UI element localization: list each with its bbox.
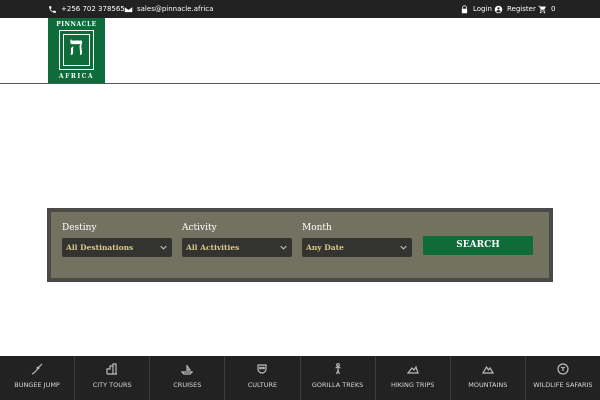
email-address: sales@pinnacle.africa bbox=[137, 5, 214, 13]
trip-search-form: Destiny All Destinations Activity All Ac… bbox=[47, 208, 553, 282]
envelope-icon bbox=[124, 6, 133, 12]
mask-icon bbox=[257, 364, 268, 374]
category-city-tours[interactable]: CITY TOURS bbox=[75, 356, 151, 400]
wildlife-icon bbox=[557, 363, 569, 375]
category-label: MOUNTAINS bbox=[468, 381, 508, 389]
cart-icon bbox=[538, 5, 546, 13]
lock-icon bbox=[461, 4, 468, 13]
login-label: Login bbox=[473, 5, 492, 13]
category-hiking-trips[interactable]: HIKING TRIPS bbox=[376, 356, 451, 400]
category-label: WILDLIFE SAFARIS bbox=[533, 381, 593, 389]
email-contact[interactable]: sales@pinnacle.africa bbox=[124, 0, 213, 18]
phone-icon bbox=[49, 5, 56, 13]
cart-link[interactable]: 0 bbox=[538, 0, 555, 18]
category-gorilla-treks[interactable]: GORILLA TREKS bbox=[301, 356, 376, 400]
category-bungee-jump[interactable]: BUNGEE JUMP bbox=[0, 356, 76, 400]
register-link[interactable]: Register bbox=[494, 0, 536, 18]
user-circle-icon bbox=[494, 5, 503, 13]
logo-frame: ה bbox=[59, 30, 94, 70]
category-label: HIKING TRIPS bbox=[390, 381, 435, 389]
search-button[interactable]: SEARCH bbox=[423, 236, 533, 255]
activity-categories-bar: BUNGEE JUMP CITY TOURS CRUISES CULTURE G… bbox=[0, 356, 600, 400]
month-value: Any Date bbox=[306, 243, 344, 252]
boat-icon bbox=[181, 365, 194, 375]
city-icon bbox=[106, 363, 118, 375]
bungee-icon bbox=[31, 363, 43, 375]
destiny-field: Destiny All Destinations bbox=[62, 222, 172, 257]
activity-field: Activity All Activities bbox=[182, 222, 292, 257]
category-label: CRUISES bbox=[173, 381, 202, 389]
phone-contact[interactable]: +256 702 378565 bbox=[48, 0, 125, 18]
site-logo[interactable]: PINNACLE ה AFRICA bbox=[48, 18, 105, 83]
activity-value: All Activities bbox=[186, 243, 240, 252]
destiny-label: Destiny bbox=[62, 223, 97, 233]
mountain-icon bbox=[481, 365, 494, 374]
logo-bottom-text: AFRICA bbox=[58, 73, 95, 80]
chevron-down-icon bbox=[280, 245, 287, 250]
login-link[interactable]: Login bbox=[460, 0, 492, 18]
gorilla-icon bbox=[334, 363, 341, 375]
category-label: GORILLA TREKS bbox=[311, 381, 364, 389]
activity-label: Activity bbox=[182, 223, 217, 233]
category-label: CULTURE bbox=[247, 381, 278, 389]
month-field: Month Any Date bbox=[302, 222, 412, 257]
top-bar: +256 702 378565 sales@pinnacle.africa Lo… bbox=[0, 0, 600, 18]
logo-top-text: PINNACLE bbox=[56, 21, 97, 28]
month-label: Month bbox=[302, 223, 332, 233]
register-label: Register bbox=[507, 5, 536, 13]
category-label: CITY TOURS bbox=[92, 381, 132, 389]
destiny-select[interactable]: All Destinations bbox=[62, 238, 172, 257]
phone-number: +256 702 378565 bbox=[61, 5, 125, 13]
chevron-down-icon bbox=[160, 245, 167, 250]
category-label: BUNGEE JUMP bbox=[14, 381, 60, 389]
hiking-icon bbox=[406, 365, 419, 374]
month-select[interactable]: Any Date bbox=[302, 238, 412, 257]
chevron-down-icon bbox=[400, 245, 407, 250]
activity-select[interactable]: All Activities bbox=[182, 238, 292, 257]
site-header: PINNACLE ה AFRICA bbox=[0, 18, 600, 84]
category-culture[interactable]: CULTURE bbox=[225, 356, 301, 400]
logo-glyph: ה bbox=[69, 32, 84, 62]
category-cruises[interactable]: CRUISES bbox=[150, 356, 226, 400]
category-wildlife-safaris[interactable]: WILDLIFE SAFARIS bbox=[526, 356, 600, 400]
category-mountains[interactable]: MOUNTAINS bbox=[451, 356, 526, 400]
cart-count: 0 bbox=[551, 5, 556, 13]
destiny-value: All Destinations bbox=[66, 243, 134, 252]
